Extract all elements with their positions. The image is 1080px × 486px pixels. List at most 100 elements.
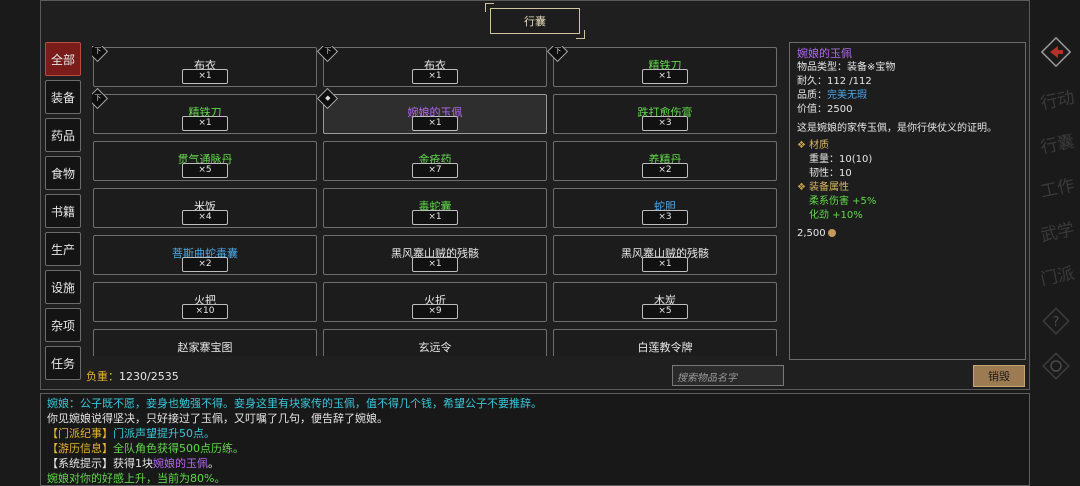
side-menu-item[interactable]: 行囊 [1037, 123, 1077, 161]
side-menu-item[interactable]: 门派 [1037, 255, 1077, 293]
item-slot[interactable]: 赵家寨宝图 [93, 329, 317, 356]
category-tab[interactable]: 食物 [45, 156, 81, 190]
side-menu-item[interactable]: 工作 [1037, 167, 1077, 205]
message-log: 婉娘：公子既不愿，妾身也勉强不得。妾身这里有块家传的玉佩，值不得几个钱，希望公子… [40, 393, 1030, 486]
log-segment: 全队角色获得500点历练。 [113, 442, 244, 455]
log-segment: 婉娘：公子既不愿，妾身也勉强不得。妾身这里有块家传的玉佩，值不得几个钱，希望公子… [47, 397, 542, 410]
side-menu-item[interactable]: 行动 [1037, 79, 1077, 117]
item-quantity: ×1 [182, 116, 228, 131]
diamond-icon: ❖ [797, 140, 806, 151]
search-input[interactable]: 搜索物品名字 [672, 365, 784, 386]
item-slot[interactable]: 养精丹 ×2 [553, 141, 777, 181]
item-slot[interactable]: 火折 ×9 [323, 282, 547, 322]
log-line: 【门派纪事】门派声望提升50点。 [47, 426, 1023, 441]
item-slot[interactable]: 火把 ×10 [93, 282, 317, 322]
category-tab[interactable]: 药品 [45, 118, 81, 152]
detail-description: 这是婉娘的家传玉佩，是你行侠仗义的证明。 [797, 123, 997, 134]
settings-button[interactable] [1040, 350, 1072, 382]
item-quantity: ×3 [642, 210, 688, 225]
item-slot[interactable]: 黑风寨山贼的残骸 ×1 [553, 235, 777, 275]
item-name: 玄远令 [418, 341, 452, 354]
item-slot[interactable]: 下精铁刀 ×1 [546, 46, 777, 87]
category-tab[interactable]: 生产 [45, 232, 81, 266]
category-tab[interactable]: 任务 [45, 346, 81, 380]
category-tab[interactable]: 全部 [45, 42, 81, 76]
detail-type: 物品类型：装备※宝物 [797, 62, 896, 73]
item-grid: 下布衣 ×1 下布衣 ×1 下精铁刀 ×1 下精铁刀 ×1 ◆ 婉娘的玉佩 ×1 跌打愈伤膏 ×3 贯气通… [92, 46, 782, 356]
material-section-header: ❖ 材质 [797, 140, 829, 151]
detail-quality: 品质：完美无瑕 [797, 90, 867, 101]
item-slot[interactable]: 菩斯曲蛇毒囊 ×2 [93, 235, 317, 275]
item-quantity: ×3 [642, 116, 688, 131]
item-quantity: ×1 [412, 210, 458, 225]
side-menu-item[interactable]: 武学 [1037, 211, 1077, 249]
category-tab[interactable]: 设施 [45, 270, 81, 304]
item-slot[interactable]: 黑风寨山贼的残骸 ×1 [323, 235, 547, 275]
detail-item-name: 婉娘的玉佩 [797, 47, 852, 60]
item-quantity: ×1 [412, 116, 458, 131]
log-segment: 你见婉娘说得坚决，只好接过了玉佩，又叮嘱了几句，便告辞了婉娘。 [47, 412, 388, 425]
item-quantity: ×1 [412, 69, 458, 84]
diamond-icon: ❖ [797, 182, 806, 193]
detail-coin: 2,500 [797, 227, 1018, 241]
item-slot[interactable]: 金疮药 ×7 [323, 141, 547, 181]
log-segment: 【游历信息】 [47, 442, 113, 455]
item-quantity: ×7 [412, 163, 458, 178]
log-line: 你见婉娘说得坚决，只好接过了玉佩，又叮嘱了几句，便告辞了婉娘。 [47, 411, 1023, 426]
log-line: 婉娘对你的好感上升，当前为80%。 [47, 471, 1023, 486]
item-slot[interactable]: 米饭 ×4 [93, 188, 317, 228]
item-slot[interactable]: 蛇胆 ×3 [553, 188, 777, 228]
load-weight: 负重：1230/2535 [86, 370, 179, 383]
log-segment: 【门派纪事】 [47, 427, 113, 440]
item-quantity: ×4 [182, 210, 228, 225]
help-button[interactable]: ? [1040, 305, 1072, 337]
detail-attr-2: 化劲 +10% [809, 210, 863, 221]
item-slot[interactable]: 下布衣 ×1 [92, 46, 317, 87]
item-slot[interactable]: ◆ 婉娘的玉佩 ×1 [316, 87, 547, 134]
item-slot[interactable]: 跌打愈伤膏 ×3 [553, 94, 777, 134]
log-segment: 婉娘对你的好感上升，当前为80%。 [47, 472, 226, 485]
question-icon: ? [1042, 307, 1070, 335]
item-quantity: ×5 [642, 304, 688, 319]
item-detail-panel: 婉娘的玉佩 物品类型：装备※宝物 耐久：112 /112 品质：完美无瑕 价值：… [789, 42, 1026, 360]
item-slot[interactable]: 玄远令 [323, 329, 547, 356]
gear-icon [1042, 352, 1070, 380]
back-button[interactable] [1040, 36, 1072, 68]
destroy-button[interactable]: 销毁 [973, 365, 1025, 387]
log-segment: 婉娘的玉佩 [153, 457, 208, 470]
detail-durability: 耐久：112 /112 [797, 76, 872, 87]
detail-weight: 重量：10(10) [809, 154, 873, 165]
item-quantity: ×1 [182, 69, 228, 84]
item-name: 赵家寨宝图 [177, 341, 233, 354]
item-quantity: ×2 [182, 257, 228, 272]
item-quantity: ×5 [182, 163, 228, 178]
item-slot[interactable]: 毒蛇囊 ×1 [323, 188, 547, 228]
item-slot[interactable]: 白莲教令牌 [553, 329, 777, 356]
back-arrow-icon [1041, 37, 1071, 67]
detail-toughness: 韧性：10 [809, 168, 852, 179]
log-line: 【游历信息】全队角色获得500点历练。 [47, 441, 1023, 456]
log-segment: 【系统提示】获得1块 [47, 457, 153, 470]
item-slot[interactable]: 下精铁刀 ×1 [92, 87, 317, 134]
panel-title: 行囊 [485, 3, 585, 39]
log-line: 婉娘：公子既不愿，妾身也勉强不得。妾身这里有块家传的玉佩，值不得几个钱，希望公子… [47, 396, 1023, 411]
item-quantity: ×2 [642, 163, 688, 178]
category-tab[interactable]: 杂项 [45, 308, 81, 342]
category-tab[interactable]: 书籍 [45, 194, 81, 228]
item-slot[interactable]: 贯气通脉丹 ×5 [93, 141, 317, 181]
log-line: 【系统提示】获得1块婉娘的玉佩。 [47, 456, 1023, 471]
detail-attr-1: 柔系伤害 +5% [809, 196, 877, 207]
detail-price: 价值：2500 [797, 104, 853, 115]
attr-section-header: ❖ 装备属性 [797, 182, 849, 193]
svg-text:?: ? [1053, 315, 1060, 330]
item-quantity: ×9 [412, 304, 458, 319]
category-tab[interactable]: 装备 [45, 80, 81, 114]
item-quantity: ×1 [412, 257, 458, 272]
item-slot[interactable]: 下布衣 ×1 [316, 46, 547, 87]
item-quantity: ×10 [182, 304, 228, 319]
item-name: 白莲教令牌 [637, 341, 693, 354]
coin-icon [827, 229, 836, 237]
item-quantity: ×1 [642, 69, 688, 84]
item-slot[interactable]: 木炭 ×5 [553, 282, 777, 322]
log-segment: 门派声望提升50点。 [113, 427, 215, 440]
